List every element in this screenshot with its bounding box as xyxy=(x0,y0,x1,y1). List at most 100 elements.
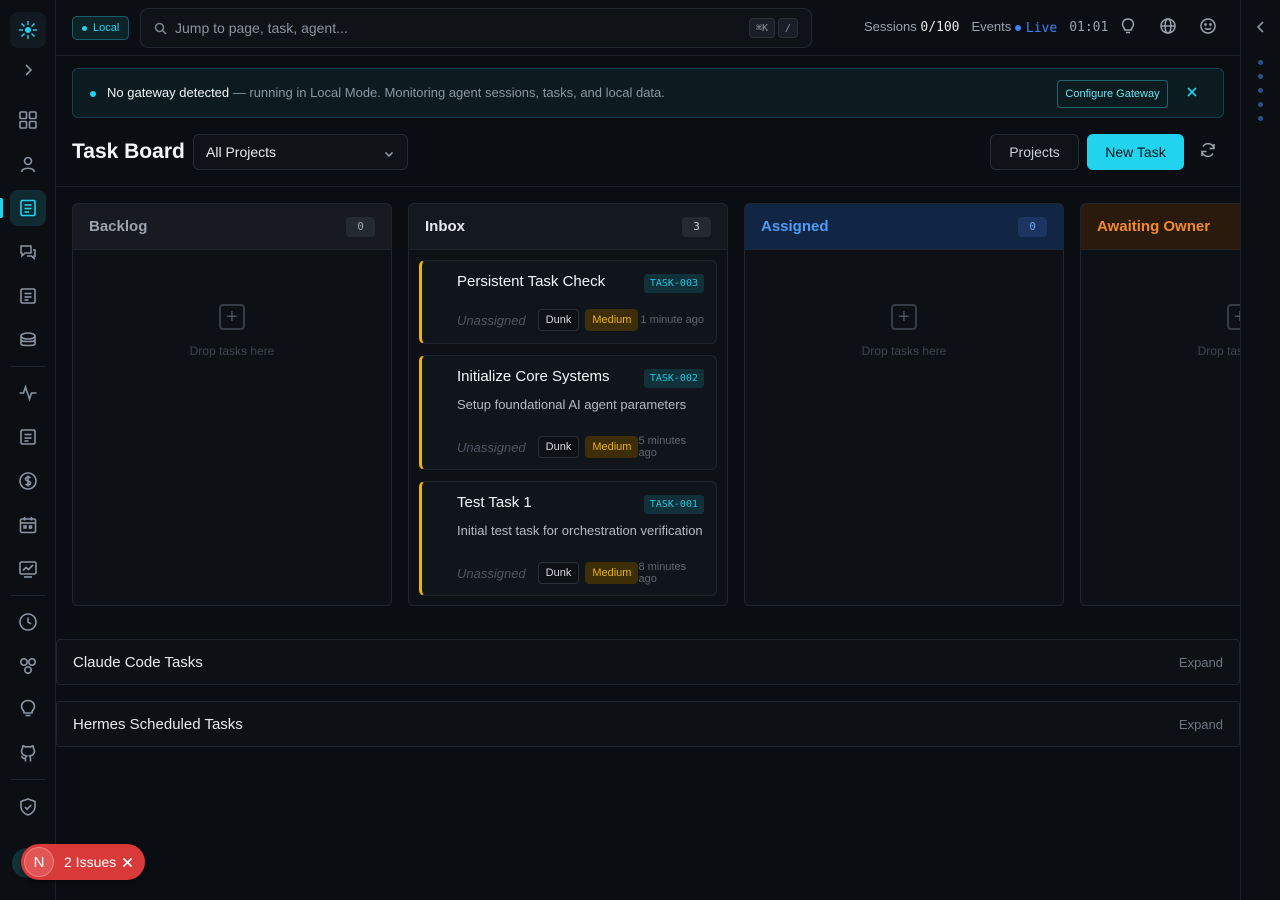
issues-label: 2 Issues xyxy=(64,854,117,870)
right-panel-rail xyxy=(1240,0,1280,900)
column-assigned[interactable]: Assigned 0 + Drop tasks here xyxy=(744,203,1064,606)
priority-badge: Medium xyxy=(585,562,639,584)
divider xyxy=(56,186,1240,187)
live-dot-icon xyxy=(1014,25,1021,31)
banner-headline: No gateway detected xyxy=(107,85,230,100)
events-label: Events xyxy=(971,19,1012,34)
task-card[interactable]: Persistent Task Check TASK-003 Unassigne… xyxy=(419,260,717,344)
expand-button[interactable]: Expand xyxy=(1179,717,1223,732)
panel-dot-icon[interactable] xyxy=(1258,74,1263,79)
task-meta: Unassigned Dunk Medium 1 minute ago xyxy=(457,309,704,331)
banner-text: No gateway detected — running in Local M… xyxy=(107,85,665,100)
panel-dot-icon[interactable] xyxy=(1258,116,1263,121)
column-count: 3 xyxy=(682,216,711,237)
task-card[interactable]: Test Task 1 TASK-001 Initial test task f… xyxy=(419,481,717,596)
expand-sidebar-icon[interactable] xyxy=(10,52,46,88)
search-input[interactable]: Jump to page, task, agent... ⌘K / xyxy=(140,8,812,48)
column-header: Awaiting Owner xyxy=(1081,204,1240,250)
task-updated: 5 minutes ago xyxy=(638,435,687,459)
user-menu-icon[interactable] xyxy=(1199,17,1217,38)
logo-icon[interactable] xyxy=(10,12,46,48)
notes-icon[interactable] xyxy=(10,419,46,455)
plus-icon: + xyxy=(891,304,917,330)
task-meta: Unassigned Dunk Medium 5 minutes ago xyxy=(457,435,704,459)
left-sidebar xyxy=(0,0,56,900)
project-filter-select[interactable]: All Projects xyxy=(193,134,408,170)
calendar-icon[interactable] xyxy=(10,507,46,543)
ideas-icon[interactable] xyxy=(1119,17,1137,38)
section-title: Hermes Scheduled Tasks xyxy=(73,716,243,733)
task-owner-tag: Dunk xyxy=(537,309,580,331)
column-header: Assigned 0 xyxy=(745,204,1063,250)
hermes-scheduled-tasks-section[interactable]: Hermes Scheduled Tasks Expand xyxy=(56,701,1240,747)
close-icon[interactable] xyxy=(122,856,133,871)
project-filter-value: All Projects xyxy=(206,144,277,160)
search-placeholder: Jump to page, task, agent... xyxy=(175,20,348,36)
drop-zone-text: Drop tasks here xyxy=(1197,344,1240,358)
drop-zone[interactable]: + Drop tasks here xyxy=(745,304,1063,358)
billing-icon[interactable] xyxy=(10,463,46,499)
github-icon[interactable] xyxy=(10,736,46,772)
column-awaiting-owner[interactable]: Awaiting Owner + Drop tasks here xyxy=(1080,203,1240,606)
analytics-icon[interactable] xyxy=(10,551,46,587)
panel-dot-icon[interactable] xyxy=(1258,60,1263,65)
clock-icon[interactable] xyxy=(10,604,46,640)
expand-button[interactable]: Expand xyxy=(1179,655,1223,670)
dashboard-icon[interactable] xyxy=(10,102,46,138)
task-id-badge: TASK-003 xyxy=(643,274,704,293)
task-title: Initialize Core Systems xyxy=(457,368,610,385)
column-title: Backlog xyxy=(89,218,148,235)
drop-zone-text: Drop tasks here xyxy=(189,344,275,358)
integrations-icon[interactable] xyxy=(10,648,46,684)
nextjs-logo-icon: N xyxy=(24,847,54,877)
drop-zone-text: Drop tasks here xyxy=(861,344,947,358)
shortcut-key: ⌘K xyxy=(749,18,776,38)
column-header: Inbox 3 xyxy=(409,204,727,250)
projects-button[interactable]: Projects xyxy=(990,134,1079,170)
mode-badge[interactable]: Local xyxy=(72,16,130,40)
column-title: Inbox xyxy=(425,218,465,235)
task-assignee: Unassigned xyxy=(457,439,526,455)
chat-icon[interactable] xyxy=(10,234,46,270)
task-title: Persistent Task Check xyxy=(457,273,606,290)
drop-zone[interactable]: + Drop tasks here xyxy=(1081,304,1240,358)
events-stat[interactable]: Events Live xyxy=(972,19,1058,36)
search-icon xyxy=(154,22,167,38)
configure-gateway-button[interactable]: Configure Gateway xyxy=(1057,80,1168,108)
clock: 01:01 xyxy=(1069,19,1109,35)
task-title: Test Task 1 xyxy=(457,494,532,511)
page-title: Task Board xyxy=(72,140,185,163)
sessions-label: Sessions xyxy=(864,19,917,35)
user-icon[interactable] xyxy=(10,146,46,182)
tasks-icon[interactable] xyxy=(0,190,46,226)
new-task-button[interactable]: New Task xyxy=(1087,134,1184,170)
panel-dot-icon[interactable] xyxy=(1258,88,1263,93)
language-globe-icon[interactable] xyxy=(1159,17,1177,38)
task-card[interactable]: Initialize Core Systems TASK-002 Setup f… xyxy=(419,355,717,470)
task-description: Setup foundational AI agent parameters xyxy=(457,397,687,412)
panel-dot-icon[interactable] xyxy=(1258,102,1263,107)
claude-code-tasks-section[interactable]: Claude Code Tasks Expand xyxy=(56,639,1240,685)
task-updated: 1 minute ago xyxy=(640,314,704,326)
logs-icon[interactable] xyxy=(10,278,46,314)
mode-badge-label: Local xyxy=(93,22,120,34)
security-icon[interactable] xyxy=(10,789,46,825)
activity-icon[interactable] xyxy=(10,375,46,411)
column-inbox[interactable]: Inbox 3 Persistent Task Check TASK-003 U… xyxy=(408,203,728,606)
sessions-stat[interactable]: Sessions 0/100 xyxy=(864,19,960,35)
database-icon[interactable] xyxy=(10,322,46,358)
task-meta: Unassigned Dunk Medium 8 minutes ago xyxy=(457,561,704,585)
column-header: Backlog 0 xyxy=(73,204,391,250)
drop-zone[interactable]: + Drop tasks here xyxy=(73,304,391,358)
close-icon[interactable] xyxy=(1186,86,1198,101)
ideas-icon[interactable] xyxy=(10,690,46,726)
refresh-icon[interactable] xyxy=(1199,141,1217,162)
plus-icon: + xyxy=(219,304,245,330)
collapse-panel-icon[interactable] xyxy=(1254,20,1268,37)
issues-indicator[interactable]: N 2 Issues xyxy=(21,844,145,880)
column-count: 0 xyxy=(346,216,375,237)
gateway-banner: No gateway detected — running in Local M… xyxy=(72,68,1224,118)
sessions-value: 0/100 xyxy=(920,20,960,36)
task-updated: 8 minutes ago xyxy=(638,561,687,585)
column-backlog[interactable]: Backlog 0 + Drop tasks here xyxy=(72,203,392,606)
